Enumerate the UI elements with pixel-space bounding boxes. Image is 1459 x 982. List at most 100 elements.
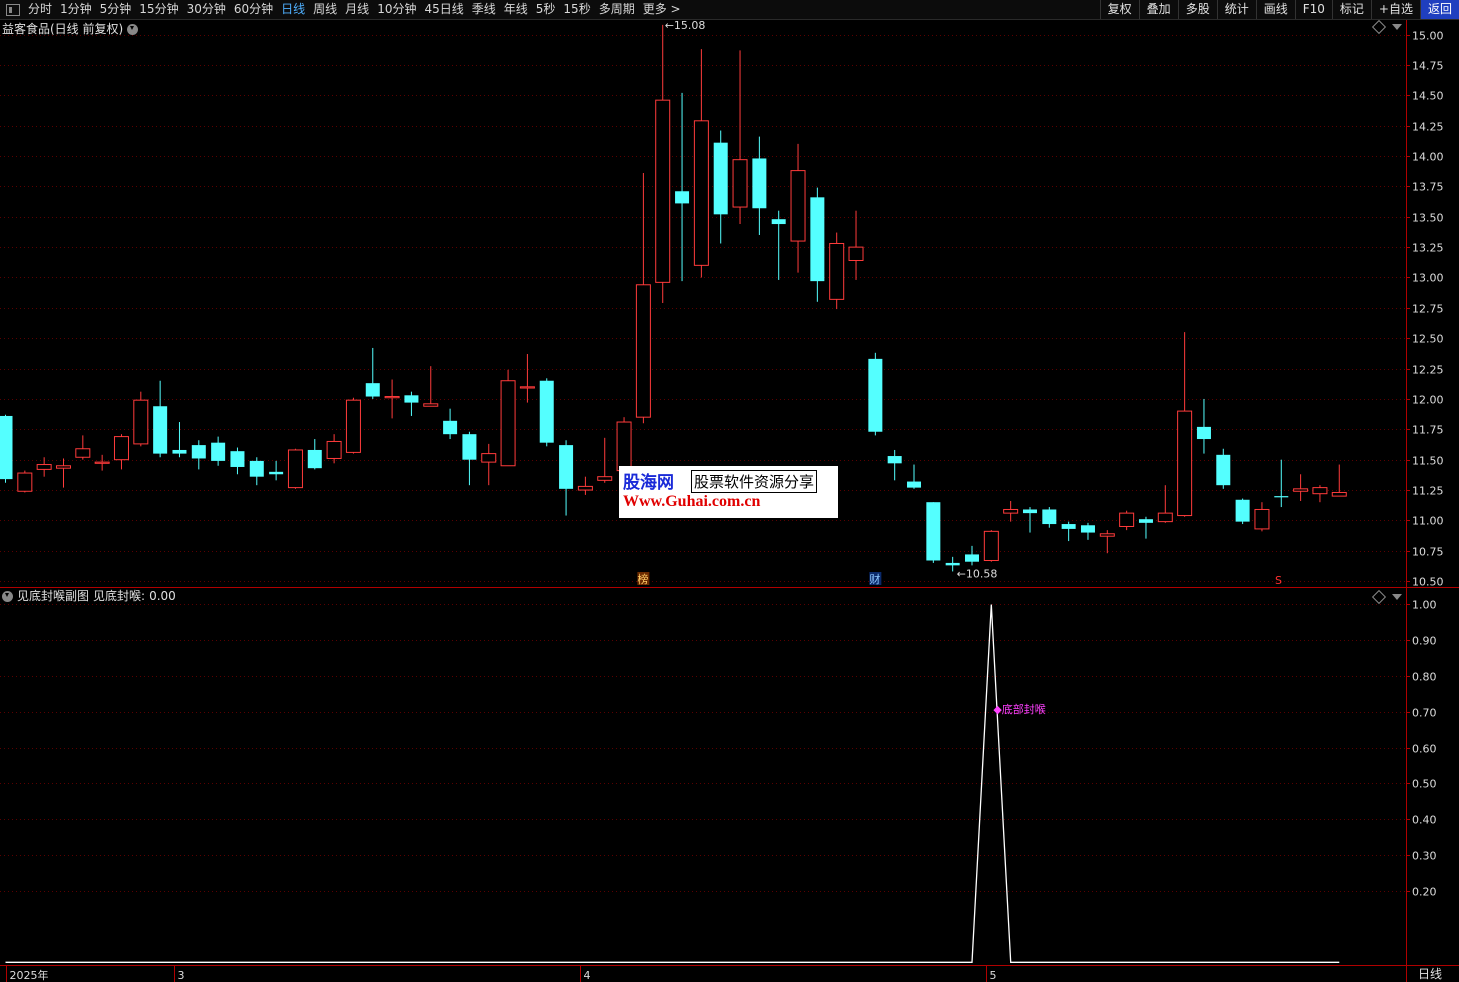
candle-body — [1157, 512, 1173, 523]
candle-body — [1080, 525, 1095, 533]
y-tick-label: 0.60 — [1412, 743, 1437, 756]
candle-body — [790, 170, 806, 242]
candle-body — [616, 421, 632, 472]
candle-body — [269, 471, 284, 475]
x-tick-label: 3 — [178, 969, 185, 982]
watermark-slogan: 股票软件资源分享 — [691, 470, 818, 493]
y-tick-label: 1.00 — [1412, 599, 1437, 612]
y-tick-label: 0.90 — [1412, 635, 1437, 648]
candle-body — [829, 242, 845, 300]
candle-body — [926, 502, 941, 561]
candle-body — [153, 406, 168, 454]
candle-body — [848, 246, 864, 261]
candle-body — [307, 449, 322, 469]
y-tick-label: 0.40 — [1412, 814, 1437, 827]
candle-body — [326, 440, 342, 459]
candle-body — [481, 453, 497, 463]
y-tick-label: 11.00 — [1412, 515, 1444, 528]
candle-body — [55, 465, 71, 469]
candle-body — [1022, 509, 1037, 514]
x-tick-label: 4 — [584, 969, 591, 982]
low-price-label: ←10.58 — [957, 567, 998, 580]
candle-body — [1312, 487, 1328, 495]
x-tick-label: 2025年 — [10, 968, 49, 982]
y-tick-label: 0.70 — [1412, 707, 1437, 720]
candle-body — [462, 434, 477, 460]
candle-body — [519, 386, 535, 389]
candle-body — [1099, 533, 1115, 537]
candle-body — [384, 396, 400, 399]
y-tick-label: 14.75 — [1412, 60, 1444, 73]
y-tick-label: 14.25 — [1412, 121, 1444, 134]
candle-body — [1177, 410, 1193, 517]
watermark-brand: 股海网 — [623, 473, 674, 493]
x-tick-label: 5 — [990, 969, 997, 982]
y-tick-label: 10.50 — [1412, 576, 1444, 589]
y-tick-label: 14.00 — [1412, 151, 1444, 164]
candle-body — [1235, 499, 1250, 522]
candle-body — [365, 383, 380, 397]
candle-body — [771, 219, 786, 225]
candle-body — [752, 158, 767, 209]
candle-body — [94, 461, 110, 464]
candle-body — [887, 456, 902, 464]
candle-body — [17, 472, 33, 492]
y-tick-label: 13.75 — [1412, 181, 1444, 194]
watermark-logo: 股海网 股票软件资源分享 Www.Guhai.com.cn — [619, 466, 838, 518]
y-tick-label: 14.50 — [1412, 90, 1444, 103]
event-marker-bang: 榜 — [637, 572, 648, 586]
y-tick-label: 13.25 — [1412, 242, 1444, 255]
watermark-url: Www.Guhai.com.cn — [623, 493, 761, 510]
y-tick-label: 11.25 — [1412, 485, 1444, 498]
candle-body — [713, 142, 728, 215]
y-tick-label: 11.75 — [1412, 424, 1444, 437]
candle-body — [907, 481, 922, 488]
candle-body — [172, 449, 187, 454]
candle-body — [113, 436, 129, 461]
y-tick-label: 0.50 — [1412, 778, 1437, 791]
candle-body — [191, 445, 206, 459]
candle-body — [423, 403, 439, 407]
candle-body — [559, 445, 574, 489]
candle-body — [965, 554, 979, 562]
candle-body — [675, 191, 690, 204]
candle-body — [345, 399, 361, 453]
candle-body — [1061, 524, 1076, 529]
candle-body — [655, 99, 671, 283]
candle-body — [945, 562, 960, 566]
candle-body — [1138, 519, 1153, 523]
candle-body — [75, 448, 91, 458]
candle-body — [0, 415, 13, 480]
y-tick-label: 13.50 — [1412, 212, 1444, 225]
candle-body — [1331, 491, 1347, 497]
candle-body — [539, 380, 554, 443]
candle-body — [1274, 496, 1289, 498]
y-tick-label: 0.30 — [1412, 850, 1437, 863]
candle-body — [211, 442, 226, 461]
y-tick-label: 12.25 — [1412, 364, 1444, 377]
candle-body — [133, 399, 149, 445]
event-marker-cai: 财 — [869, 572, 880, 586]
y-tick-label: 12.75 — [1412, 303, 1444, 316]
event-marker-s: S — [1275, 574, 1282, 587]
candle-body — [230, 451, 245, 467]
candle-body — [287, 449, 303, 489]
candle-body — [1119, 512, 1135, 527]
candle-body — [404, 395, 419, 403]
y-tick-label: 0.80 — [1412, 671, 1437, 684]
candle-body — [1254, 508, 1270, 530]
period-label: 日线 — [1418, 967, 1443, 981]
candle-body — [732, 159, 748, 208]
candle-body — [443, 420, 458, 435]
y-tick-label: 12.50 — [1412, 333, 1444, 346]
y-tick-label: 13.00 — [1412, 272, 1444, 285]
candle-body — [36, 464, 52, 470]
y-tick-label: 15.00 — [1412, 30, 1444, 43]
candle-body — [500, 380, 516, 467]
candle-body — [1003, 508, 1019, 514]
candle-body — [597, 476, 613, 481]
candle-body — [983, 530, 999, 561]
candle-body — [1196, 426, 1211, 440]
candle-body — [1042, 509, 1057, 525]
candle-body — [1293, 488, 1309, 492]
